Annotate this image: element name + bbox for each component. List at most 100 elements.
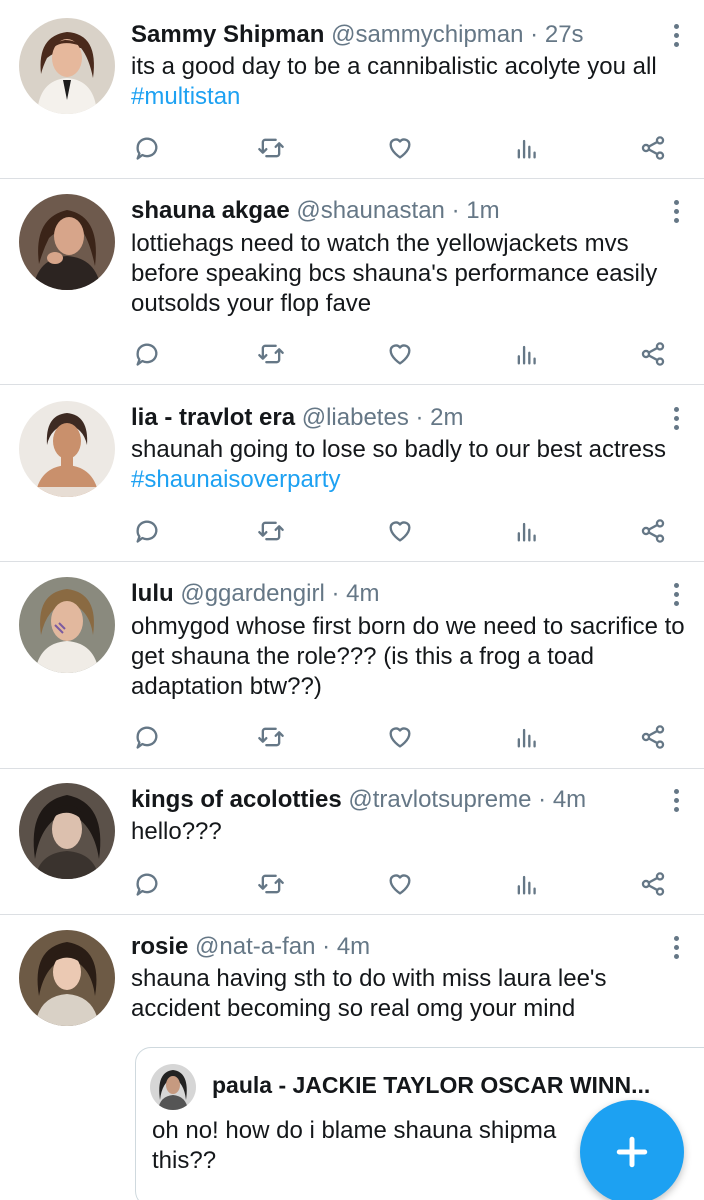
analytics-icon[interactable]	[510, 514, 544, 548]
timestamp[interactable]: 4m	[337, 933, 370, 960]
separator-dot: ·	[331, 580, 340, 607]
more-options-icon[interactable]	[666, 401, 686, 435]
tweet-header: Sammy Shipman @sammychipman · 27s	[131, 18, 664, 52]
tweet-text-content: shauna having sth to do with miss laura …	[131, 965, 607, 1022]
tweet-text: shaunah going to lose so badly to our be…	[131, 435, 690, 495]
retweet-icon[interactable]	[254, 514, 288, 548]
avatar[interactable]	[19, 401, 115, 497]
user-handle[interactable]: @ggardengirl	[180, 580, 324, 607]
user-handle[interactable]: @travlotsupreme	[348, 786, 531, 813]
separator-dot: ·	[538, 786, 547, 813]
analytics-icon[interactable]	[510, 337, 544, 371]
display-name[interactable]: lia - travlot era	[131, 404, 295, 431]
like-icon[interactable]	[383, 131, 417, 165]
avatar[interactable]	[19, 930, 115, 1026]
tweet-header: kings of acolotties @travlotsupreme · 4m	[131, 783, 664, 817]
analytics-icon[interactable]	[510, 131, 544, 165]
timestamp[interactable]: 4m	[346, 580, 379, 607]
timestamp[interactable]: 4m	[553, 786, 586, 813]
reply-icon[interactable]	[130, 720, 164, 754]
user-handle[interactable]: @liabetes	[302, 404, 409, 431]
avatar[interactable]	[19, 18, 115, 114]
avatar-image	[19, 783, 115, 879]
display-name[interactable]: lulu	[131, 580, 174, 607]
tweet-text-content: ohmygod whose first born do we need to s…	[131, 613, 685, 700]
retweet-icon[interactable]	[254, 720, 288, 754]
avatar[interactable]	[19, 783, 115, 879]
share-icon[interactable]	[636, 867, 670, 901]
separator-dot: ·	[451, 197, 460, 224]
hashtag-link[interactable]: #multistan	[131, 83, 240, 110]
action-bar	[0, 720, 704, 754]
share-icon[interactable]	[636, 131, 670, 165]
like-icon[interactable]	[383, 337, 417, 371]
tweet-text: ohmygod whose first born do we need to s…	[131, 612, 690, 702]
plus-icon	[616, 1136, 648, 1168]
tweet-text: its a good day to be a cannibalistic aco…	[131, 52, 690, 112]
tweet-3[interactable]: lia - travlot era @liabetes · 2m shaunah…	[0, 385, 704, 562]
user-handle[interactable]: @sammychipman	[331, 21, 523, 48]
more-options-icon[interactable]	[666, 18, 686, 52]
tweet-header: lia - travlot era @liabetes · 2m	[131, 401, 664, 435]
tweet-2[interactable]: shauna akgae @shaunastan · 1m lottiehags…	[0, 179, 704, 385]
quoted-avatar[interactable]	[150, 1064, 196, 1110]
share-icon[interactable]	[636, 337, 670, 371]
more-options-icon[interactable]	[666, 783, 686, 817]
separator-dot: ·	[322, 933, 331, 960]
tweet-header: rosie @nat-a-fan · 4m	[131, 930, 664, 964]
avatar-image	[19, 18, 115, 114]
timestamp[interactable]: 27s	[545, 21, 584, 48]
hashtag-link[interactable]: #shaunaisoverparty	[131, 466, 340, 493]
avatar[interactable]	[19, 577, 115, 673]
compose-tweet-button[interactable]	[580, 1100, 684, 1200]
retweet-icon[interactable]	[254, 337, 288, 371]
avatar[interactable]	[19, 194, 115, 290]
tweet-text: hello???	[131, 817, 690, 847]
avatar-image	[19, 577, 115, 673]
display-name[interactable]: Sammy Shipman	[131, 21, 324, 48]
display-name[interactable]: shauna akgae	[131, 197, 290, 224]
tweet-text-content: its a good day to be a cannibalistic aco…	[131, 53, 657, 80]
display-name[interactable]: rosie	[131, 933, 188, 960]
separator-dot: ·	[415, 404, 424, 431]
tweet-header: shauna akgae @shaunastan · 1m	[131, 194, 664, 228]
share-icon[interactable]	[636, 514, 670, 548]
quoted-tweet-text: oh no! how do i blame shauna shipma this…	[152, 1117, 557, 1174]
tweet-1[interactable]: Sammy Shipman @sammychipman · 27s its a …	[0, 0, 704, 179]
more-options-icon[interactable]	[666, 930, 686, 964]
reply-icon[interactable]	[130, 131, 164, 165]
reply-icon[interactable]	[130, 337, 164, 371]
reply-icon[interactable]	[130, 514, 164, 548]
timestamp[interactable]: 1m	[466, 197, 499, 224]
action-bar	[0, 514, 704, 548]
tweet-5[interactable]: kings of acolotties @travlotsupreme · 4m…	[0, 769, 704, 915]
tweet-text: shauna having sth to do with miss laura …	[131, 964, 690, 1024]
like-icon[interactable]	[383, 720, 417, 754]
analytics-icon[interactable]	[510, 867, 544, 901]
avatar-image	[150, 1064, 196, 1110]
avatar-image	[19, 401, 115, 497]
avatar-image	[19, 930, 115, 1026]
like-icon[interactable]	[383, 867, 417, 901]
tweet-text-content: shaunah going to lose so badly to our be…	[131, 436, 667, 463]
user-handle[interactable]: @nat-a-fan	[195, 933, 315, 960]
more-options-icon[interactable]	[666, 194, 686, 228]
action-bar	[0, 131, 704, 165]
more-options-icon[interactable]	[666, 577, 686, 611]
user-handle[interactable]: @shaunastan	[296, 197, 444, 224]
like-icon[interactable]	[383, 514, 417, 548]
retweet-icon[interactable]	[254, 131, 288, 165]
analytics-icon[interactable]	[510, 720, 544, 754]
quoted-display-name[interactable]: paula - JACKIE TAYLOR OSCAR WINN...	[212, 1070, 672, 1100]
tweet-4[interactable]: lulu @ggardengirl · 4m ohmygod whose fir…	[0, 562, 704, 769]
tweet-header: lulu @ggardengirl · 4m	[131, 577, 664, 611]
display-name[interactable]: kings of acolotties	[131, 786, 342, 813]
tweet-text-content: lottiehags need to watch the yellowjacke…	[131, 230, 658, 317]
timestamp[interactable]: 2m	[430, 404, 463, 431]
tweet-text-content: hello???	[131, 818, 222, 845]
separator-dot: ·	[530, 21, 539, 48]
share-icon[interactable]	[636, 720, 670, 754]
reply-icon[interactable]	[130, 867, 164, 901]
avatar-image	[19, 194, 115, 290]
retweet-icon[interactable]	[254, 867, 288, 901]
